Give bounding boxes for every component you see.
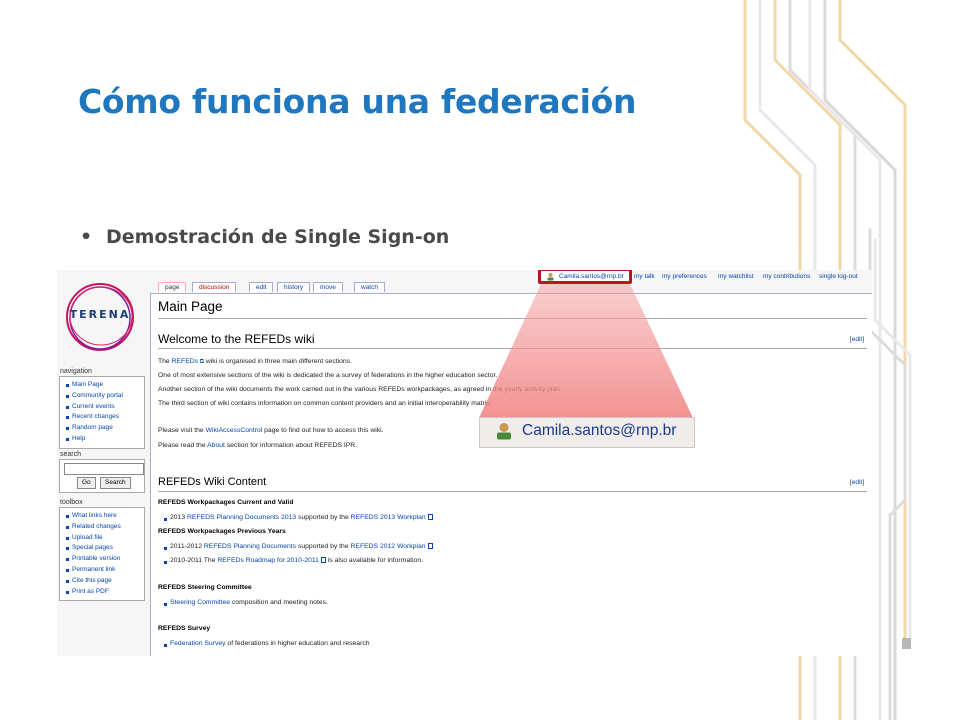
divider: [158, 318, 867, 319]
nav-community-portal[interactable]: Community portal: [60, 391, 144, 402]
user-link[interactable]: Camila.santos@rnp.br: [559, 273, 624, 280]
text: supported by the: [296, 514, 351, 521]
tab-discussion[interactable]: discussion: [192, 282, 237, 292]
tab-page[interactable]: page: [158, 282, 187, 292]
text: section for information about REFEDS IPR…: [224, 442, 358, 449]
text: 2010-2011 The: [170, 557, 218, 564]
page-title: Main Page: [158, 299, 223, 314]
search-button[interactable]: Search: [100, 477, 131, 489]
tool-what-links-here[interactable]: What links here: [60, 511, 144, 522]
steering-committee-link[interactable]: Steering Committee: [170, 599, 230, 606]
tool-permanent-link[interactable]: Permanent link: [60, 565, 144, 576]
my-preferences-link[interactable]: my preferences: [662, 273, 707, 280]
planning-docs-link[interactable]: REFEDS Planning Documents: [204, 543, 296, 550]
tab-move[interactable]: move: [313, 282, 343, 292]
text: 2013: [170, 514, 188, 521]
wiki-content-heading: REFEDs Wiki Content: [158, 476, 267, 488]
nav-current-events[interactable]: Current events: [60, 402, 144, 413]
navigation-portlet: Main Page Community portal Current event…: [59, 376, 145, 449]
divider: [158, 491, 867, 492]
workplan-2013-link[interactable]: REFEDS 2013 Workplan: [351, 514, 426, 521]
text: composition and meeting notes.: [230, 599, 328, 606]
welcome-heading: Welcome to the REFEDs wiki: [158, 332, 315, 346]
tool-printable-version[interactable]: Printable version: [60, 554, 144, 565]
steering-item: Steering Committee composition and meeti…: [164, 599, 328, 606]
zoom-callout: Camila.santos@rnp.br: [479, 417, 695, 448]
edit-section-1: [edit]: [849, 336, 864, 343]
intro-p3: Another section of the wiki documents th…: [158, 386, 562, 393]
toolbox-portlet: What links here Related changes Upload f…: [59, 507, 145, 602]
logo-text: TERENA: [69, 308, 131, 321]
steering-heading: REFEDS Steering Committee: [158, 584, 252, 591]
tool-special-pages[interactable]: Special pages: [60, 543, 144, 554]
text: Please read the: [158, 442, 208, 449]
edit-section-2: [edit]: [849, 479, 864, 486]
my-contributions-link[interactable]: my contributions: [763, 273, 810, 280]
workplan-2012-link[interactable]: REFEDS 2012 Workplan: [351, 543, 426, 550]
tool-print-as-pdf[interactable]: Print as PDF: [60, 587, 144, 598]
intro-p4: The third section of wiki contains infor…: [158, 400, 492, 407]
single-logout-link[interactable]: single log-out: [819, 273, 858, 280]
tab-history[interactable]: history: [277, 282, 311, 292]
text: Please visit the: [158, 427, 206, 434]
tool-upload-file[interactable]: Upload file: [60, 533, 144, 544]
intro-p5: Please visit the WikiAccessControl page …: [158, 427, 384, 434]
planning-2013-link[interactable]: REFEDS Planning Documents 2013: [187, 514, 296, 521]
survey-heading: REFEDS Survey: [158, 625, 211, 632]
nav-help[interactable]: Help: [60, 434, 144, 445]
tool-cite-this-page[interactable]: Cite this page: [60, 576, 144, 587]
toolbox-title: toolbox: [60, 499, 83, 506]
go-button[interactable]: Go: [77, 477, 96, 489]
text: The: [158, 358, 172, 365]
user-highlight-box[interactable]: Camila.santos@rnp.br: [538, 270, 632, 284]
wikiaccesscontrol-link[interactable]: WikiAccessControl: [206, 427, 263, 434]
pdf-icon: [427, 543, 433, 550]
search-title: search: [60, 451, 82, 458]
intro-p2: One of most extensive sections of the wi…: [158, 372, 498, 379]
edit-link-2[interactable]: edit: [852, 479, 862, 486]
refeds-link[interactable]: REFEDs: [172, 358, 198, 365]
wp-prev-item-2: 2010-2011 The REFEDs Roadmap for 2010-20…: [164, 557, 423, 564]
nav-recent-changes[interactable]: Recent changes: [60, 412, 144, 423]
search-input[interactable]: [64, 463, 144, 475]
roadmap-link[interactable]: REFEDs Roadmap for 2010-2011: [217, 557, 319, 564]
nav-random-page[interactable]: Random page: [60, 423, 144, 434]
wp-prev-item-1: 2011-2012 REFEDS Planning Documents supp…: [164, 543, 433, 550]
user-icon: [547, 273, 554, 281]
about-link[interactable]: About: [207, 442, 225, 449]
text: wiki is organised in three main differen…: [204, 358, 352, 365]
slide-title: Cómo funciona una federación: [78, 82, 637, 121]
federation-survey-link[interactable]: Federation Survey: [170, 640, 226, 647]
wp-current-heading: REFEDS Workpackages Current and Valid: [158, 499, 294, 506]
wp-previous-heading: REFEDS Workpackages Previous Years: [158, 528, 286, 535]
edit-link-1[interactable]: edit: [852, 336, 862, 343]
tab-watch[interactable]: watch: [354, 282, 385, 292]
my-talk-link[interactable]: my talk: [634, 273, 655, 280]
divider: [158, 348, 867, 349]
wiki-screenshot: TERENA navigation Main Page Community po…: [57, 270, 872, 656]
tab-edit[interactable]: edit: [249, 282, 274, 292]
text: is also available for information.: [325, 557, 423, 564]
my-watchlist-link[interactable]: my watchlist: [718, 273, 753, 280]
terena-logo: TERENA: [63, 280, 137, 354]
slide-bullet: • Demostración de Single Sign-on: [80, 226, 449, 248]
user-icon: [497, 423, 511, 440]
bullet-icon: •: [80, 226, 93, 248]
wp-current-item: 2013 REFEDS Planning Documents 2013 supp…: [164, 514, 433, 521]
text: supported by the: [296, 543, 351, 550]
wiki-content: Main Page Welcome to the REFEDs wiki [ed…: [150, 293, 872, 656]
text: 2011-2012: [170, 543, 204, 550]
survey-item: Federation Survey of federations in high…: [164, 640, 370, 647]
nav-main-page[interactable]: Main Page: [60, 380, 144, 391]
text: of federations in higher education and r…: [225, 640, 370, 647]
tool-related-changes[interactable]: Related changes: [60, 522, 144, 533]
navigation-title: navigation: [60, 368, 92, 375]
intro-p6: Please read the About section for inform…: [158, 442, 357, 449]
text: page to find out how to access this wiki…: [262, 427, 384, 434]
search-portlet: Go Search: [59, 459, 145, 493]
zoom-user-label: Camila.santos@rnp.br: [522, 422, 677, 439]
bullet-text: Demostración de Single Sign-on: [106, 226, 450, 248]
intro-p1: The REFEDs ⧉ wiki is organised in three …: [158, 358, 352, 366]
pdf-icon: [427, 514, 433, 521]
